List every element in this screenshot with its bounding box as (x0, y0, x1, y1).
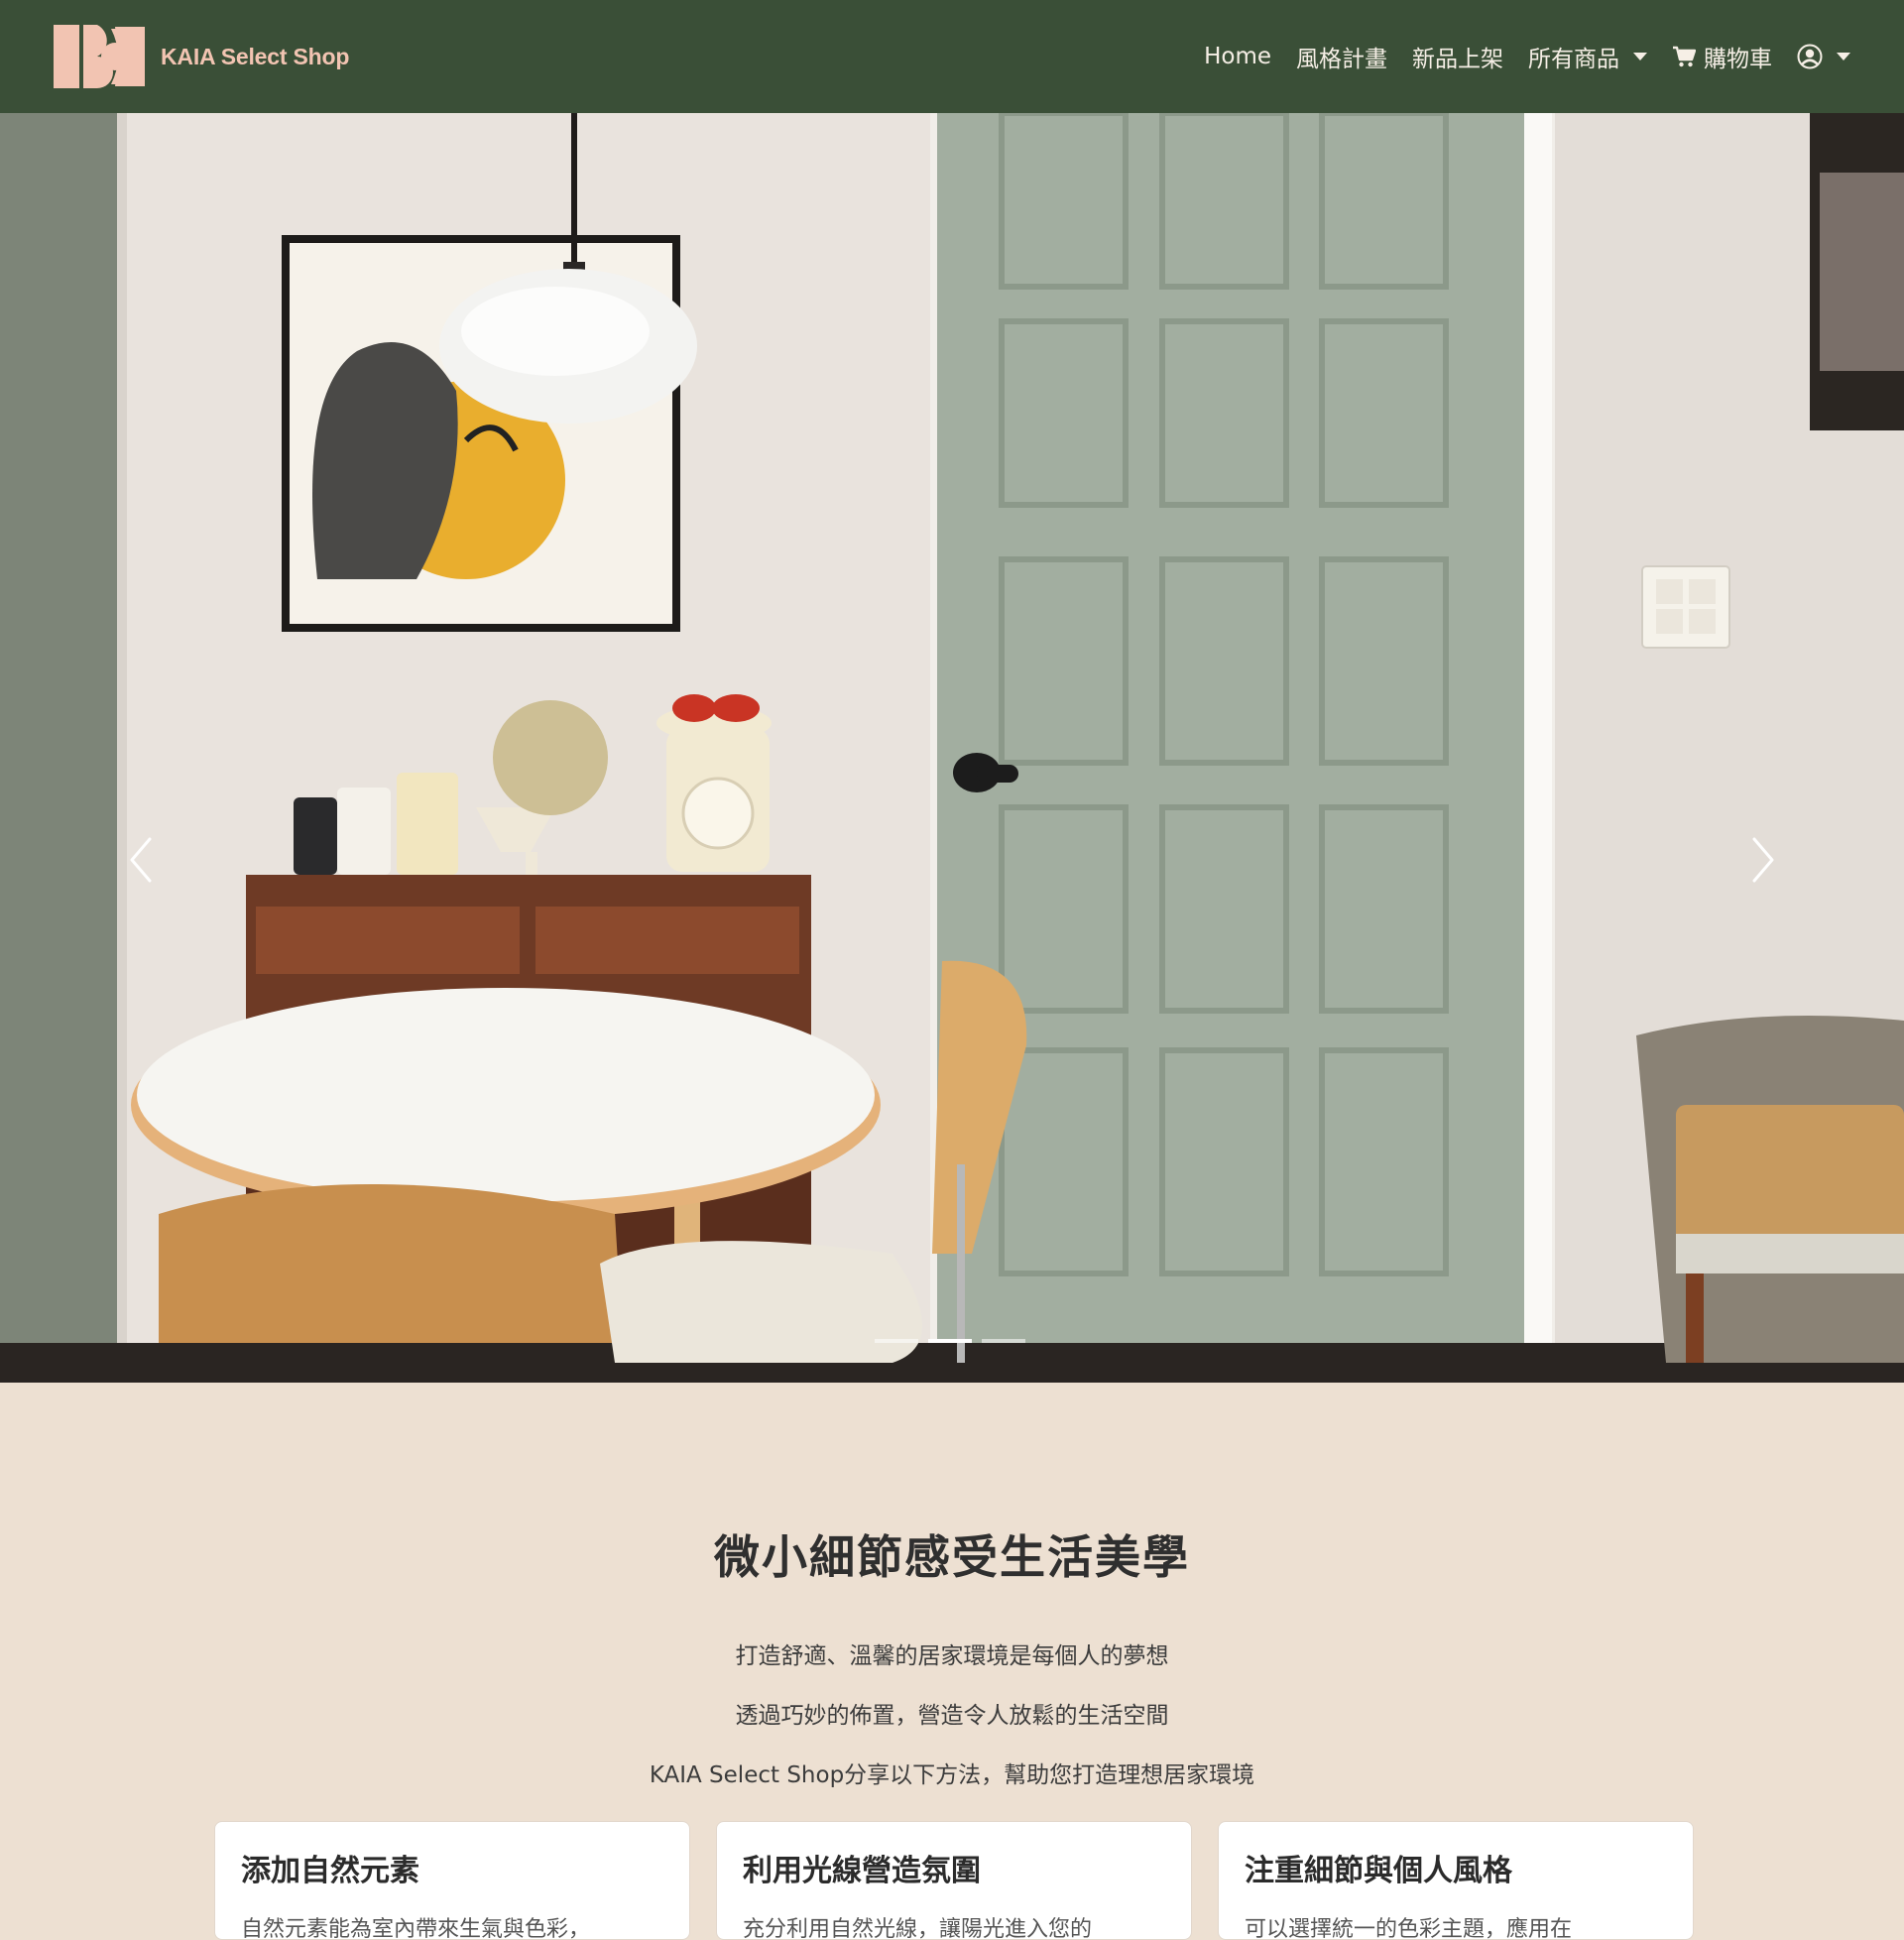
carousel-next-button[interactable] (1733, 807, 1793, 916)
intro-title: 微小細節感受生活美學 (714, 1530, 1190, 1584)
intro-section: 微小細節感受生活美學 打造舒適、溫馨的居家環境是每個人的夢想 透過巧妙的佈置，營… (0, 1383, 1904, 1940)
carousel-indicators (875, 1339, 1025, 1343)
nav-style-plan[interactable]: 風格計畫 (1296, 40, 1387, 73)
intro-line: KAIA Select Shop分享以下方法，幫助您打造理想居家環境 (649, 1762, 1255, 1788)
carousel-indicator-1[interactable] (875, 1339, 918, 1343)
nav-all-products-label: 所有商品 (1528, 47, 1619, 72)
tip-card-style[interactable]: 注重細節與個人風格 可以選擇統一的色彩主題，應用在 (1218, 1821, 1694, 1940)
card-title: 注重細節與個人風格 (1245, 1854, 1512, 1888)
intro-line: 打造舒適、溫馨的居家環境是每個人的夢想 (735, 1643, 1169, 1669)
tip-card-nature[interactable]: 添加自然元素 自然元素能為室內帶來生氣與色彩， (214, 1821, 690, 1940)
hero-slide-image (0, 113, 1904, 1383)
nav-home-label: Home (1204, 44, 1271, 69)
chevron-left-icon (128, 836, 154, 888)
main-nav: Home 風格計畫 新品上架 所有商品 購物車 (1204, 40, 1850, 73)
nav-cart-label: 購物車 (1704, 47, 1772, 72)
card-text: 充分利用自然光線，讓陽光進入您的 (743, 1917, 1093, 1940)
brand-logo (54, 25, 145, 88)
card-title: 添加自然元素 (241, 1854, 419, 1888)
nav-account-dropdown[interactable] (1797, 44, 1850, 69)
cart-icon (1672, 46, 1696, 67)
nav-all-products-dropdown[interactable]: 所有商品 (1528, 40, 1647, 73)
card-text: 可以選擇統一的色彩主題，應用在 (1245, 1917, 1573, 1940)
nav-cart[interactable]: 購物車 (1672, 40, 1772, 73)
caret-down-icon (1633, 53, 1647, 61)
chevron-right-icon (1750, 836, 1776, 888)
carousel-indicator-3[interactable] (982, 1339, 1025, 1343)
card-text: 自然元素能為室內帶來生氣與色彩， (241, 1917, 591, 1940)
hero-carousel (0, 113, 1904, 1383)
nav-home[interactable]: Home (1204, 44, 1271, 69)
intro-line: 透過巧妙的佈置，營造令人放鬆的生活空間 (735, 1703, 1169, 1729)
carousel-prev-button[interactable] (111, 807, 171, 916)
tip-card-lighting[interactable]: 利用光線營造氛圍 充分利用自然光線，讓陽光進入您的 (716, 1821, 1192, 1940)
caret-down-icon (1837, 53, 1850, 61)
nav-style-plan-label: 風格計畫 (1296, 47, 1387, 72)
top-navbar: KAIA Select Shop Home 風格計畫 新品上架 所有商品 購物車 (0, 0, 1904, 113)
user-circle-icon (1797, 44, 1823, 69)
card-title: 利用光線營造氛圍 (743, 1854, 981, 1888)
carousel-indicator-2[interactable] (928, 1339, 972, 1343)
nav-new-arrivals-label: 新品上架 (1412, 47, 1503, 72)
nav-new-arrivals[interactable]: 新品上架 (1412, 40, 1503, 73)
tips-card-list: 添加自然元素 自然元素能為室內帶來生氣與色彩， 利用光線營造氛圍 充分利用自然光… (214, 1821, 1694, 1940)
brand-name: KAIA Select Shop (161, 43, 350, 69)
brand-link[interactable]: KAIA Select Shop (54, 25, 349, 88)
